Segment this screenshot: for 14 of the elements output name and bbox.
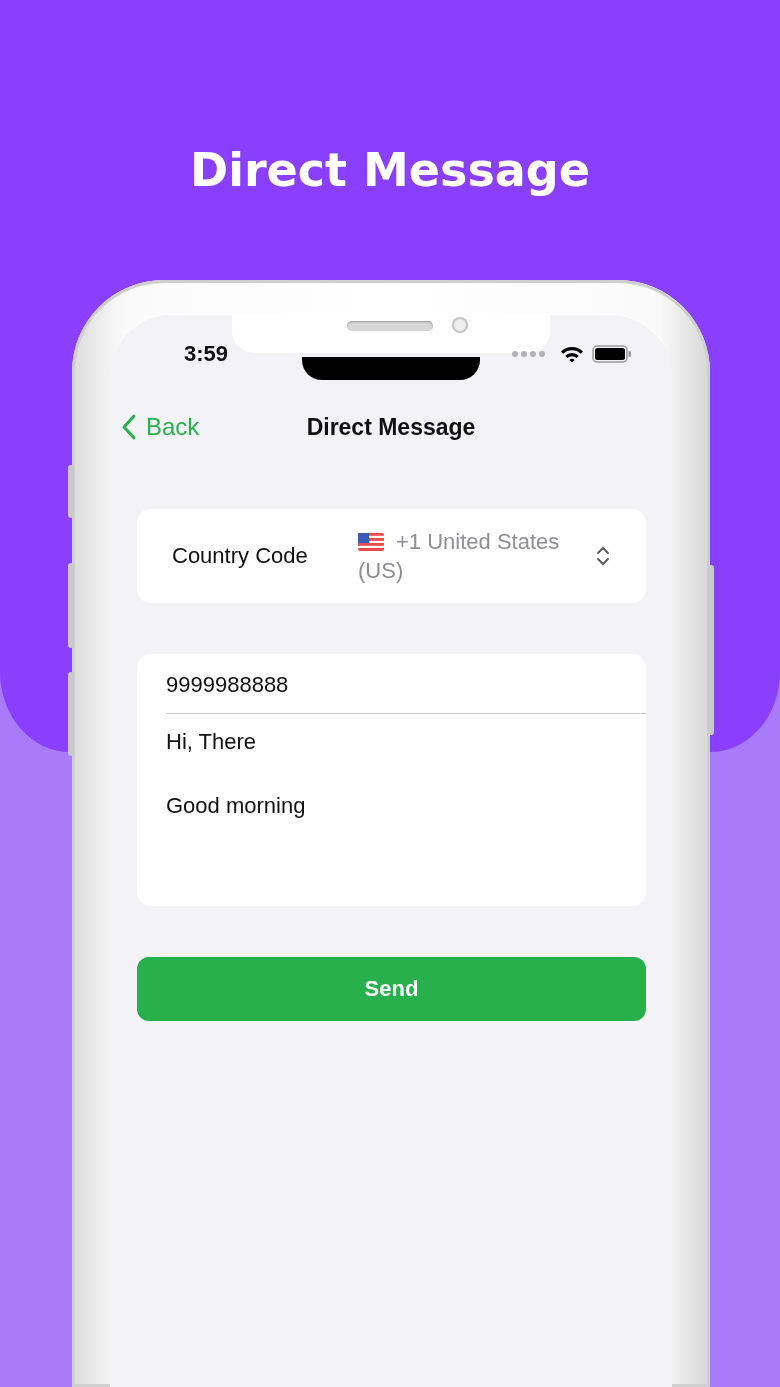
camera-icon: [452, 317, 468, 333]
chevron-left-icon: [120, 413, 138, 441]
flag-icon: [358, 533, 384, 551]
phone-number-field[interactable]: 9999988888: [137, 654, 646, 714]
speaker-icon: [347, 321, 433, 331]
wifi-icon: [560, 345, 584, 363]
headline: Direct Message: [190, 142, 590, 199]
battery-icon: [592, 345, 632, 363]
signal-icon: [512, 351, 546, 357]
chevron-updown-icon: [596, 545, 610, 567]
country-code-picker[interactable]: Country Code +1 United States (US): [137, 509, 646, 603]
screen-title: Direct Message: [306, 413, 476, 441]
message-field[interactable]: Hi, There Good morning: [137, 714, 646, 906]
status-time: 3:59: [184, 341, 229, 367]
